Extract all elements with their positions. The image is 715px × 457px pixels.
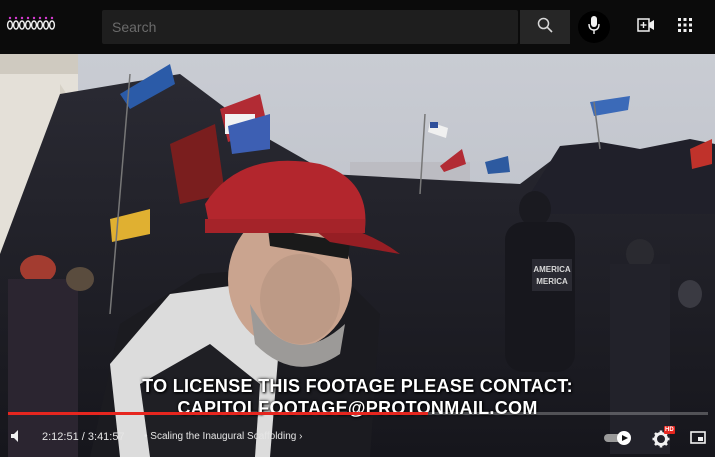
create-video-button[interactable] [634,15,658,39]
progress-bar-played [8,412,428,415]
search-button[interactable] [520,10,570,44]
license-notice-line-2: CAPITOLFOOTAGE@PROTONMAIL.COM [177,398,538,418]
progress-bar[interactable] [8,412,708,415]
license-notice-line-1: TO LICENSE THIS FOOTAGE PLEASE CONTACT: [142,376,573,396]
microphone-icon [588,15,600,39]
volume-icon [10,429,24,448]
create-video-icon [637,17,655,37]
voice-search-button[interactable] [578,11,610,43]
current-time: 2:12:51 [42,431,79,443]
jacket-text-1: AMERICA [533,265,571,274]
apps-grid-icon [678,17,692,37]
time-display: 2:12:51 / 3:41:57 [42,431,125,443]
settings-button[interactable]: HD [652,426,675,448]
chapter-bullet: • [144,431,148,442]
video-player-page: Search AMERICA MERICA TO LICENSE THIS FO… [0,0,715,457]
hd-badge: HD [664,426,675,434]
miniplayer-button[interactable] [690,431,706,449]
duration: 3:41:57 [87,431,125,443]
search-icon [537,17,553,38]
jacket-text-2: MERICA [536,277,568,286]
volume-button[interactable] [10,429,24,448]
video-frame[interactable]: AMERICA MERICA TO LICENSE THIS FOOTAGE P… [0,54,715,457]
apps-button[interactable] [673,15,697,39]
search-input[interactable]: Search [102,10,518,44]
player-controls: 2:12:51 / 3:41:57 • Scaling the Inaugura… [0,420,715,457]
chapter-title: Scaling the Inaugural Scaffolding [150,431,297,442]
chapter-button[interactable]: • Scaling the Inaugural Scaffolding › [144,431,302,442]
chevron-right-icon: › [299,431,303,442]
top-bar: Search [0,0,715,54]
settings-gear-icon: HD [652,426,675,448]
autoplay-toggle-icon [604,430,632,451]
miniplayer-icon [690,431,706,449]
time-separator: / [81,431,85,443]
autoplay-toggle[interactable] [604,430,632,451]
channel-logo-icon[interactable] [6,14,58,36]
